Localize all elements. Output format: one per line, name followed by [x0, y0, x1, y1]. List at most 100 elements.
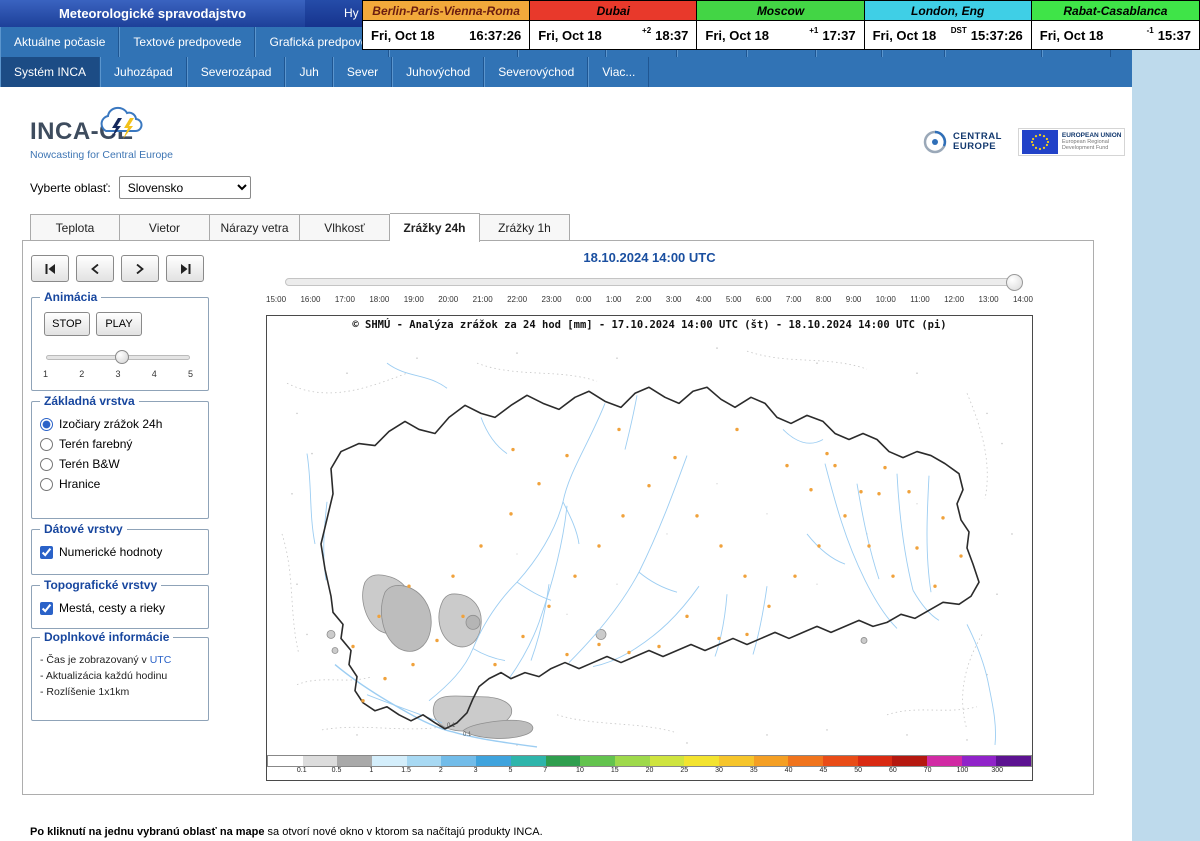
legend-color-segment [372, 756, 407, 766]
tab-teplota[interactable]: Teplota [30, 214, 120, 241]
site-title: Meteorologické spravodajstvo [59, 6, 246, 21]
legend-value: 5 [508, 767, 512, 774]
legend-color-segment [858, 756, 893, 766]
last-frame-button[interactable] [166, 255, 204, 282]
base-layer-panel: Základná vrstva Izočiary zrážok 24hTerén… [31, 401, 209, 519]
checkbox-input-mest-cesty-a-rieky[interactable] [40, 602, 53, 615]
clock-utc-offset: -1 [1147, 26, 1154, 35]
timeline-ticks: 15:0016:0017:0018:0019:0020:0021:0022:00… [266, 295, 1033, 304]
tick-23-00: 23:00 [542, 295, 562, 304]
clock-datetime: Fri, Oct 18+218:37 [530, 21, 696, 49]
prev-frame-button[interactable] [76, 255, 114, 282]
precipitation-areas [327, 575, 867, 739]
clock-utc-offset: DST [951, 26, 967, 35]
radio-ter-n-farebn[interactable]: Terén farebný [32, 434, 208, 454]
time-slider[interactable] [285, 278, 1021, 286]
radio-izo-iary-zr-ok-24h[interactable]: Izočiary zrážok 24h [32, 414, 208, 434]
eu-text-3: Development Fund [1062, 145, 1122, 151]
tab-vlhkos[interactable]: Vlhkosť [300, 214, 390, 241]
nav-item-viac[interactable]: Viac... [588, 57, 649, 87]
legend-value: 0.1 [297, 767, 307, 774]
time-slider-handle[interactable] [1006, 274, 1023, 291]
world-clocks-widget: Berlin-Paris-Vienna-Roma Fri, Oct 18 16:37… [362, 0, 1200, 50]
base-layer-panel-title: Základná vrstva [40, 394, 139, 408]
checkbox-numerick-hodnoty[interactable]: Numerické hodnoty [32, 542, 208, 562]
radio-input-ter-n-farebn[interactable] [40, 438, 53, 451]
checkbox-label: Numerické hodnoty [59, 545, 162, 559]
radio-input-izo-iary-zr-ok-24h[interactable] [40, 418, 53, 431]
legend-color-segment [719, 756, 754, 766]
topo-layer-options: Mestá, cesty a rieky [32, 598, 208, 618]
region-select[interactable]: Slovensko [119, 176, 251, 199]
clock-london-eng: London, EngFri, Oct 18DST15:37:26 [865, 1, 1032, 49]
next-frame-button[interactable] [121, 255, 159, 282]
nav-item-juhov-chod[interactable]: Juhovýchod [392, 57, 484, 87]
radio-ter-n-b-w[interactable]: Terén B&W [32, 454, 208, 474]
eu-flag-icon [1022, 130, 1058, 154]
nav-item-aktu-lne-po-asie[interactable]: Aktuálne počasie [0, 27, 119, 57]
inca-logo: INCA-CE Nowcasting for Central Europe [30, 110, 250, 161]
legend-color-segment [441, 756, 476, 766]
tab-n-razy-vetra[interactable]: Nárazy vetra [210, 214, 300, 241]
tick-9-00: 9:00 [846, 295, 862, 304]
clock-berlin-paris-vienna-roma: Berlin-Paris-Vienna-RomaFri, Oct 1816:37… [363, 1, 530, 49]
data-layers-panel: Dátové vrstvy Numerické hodnoty [31, 529, 209, 575]
product-tabs: TeplotaVietorNárazy vetraVlhkosťZrážky 2… [30, 213, 570, 242]
clock-time: 15:37:26 [971, 28, 1023, 43]
tab-vietor[interactable]: Vietor [120, 214, 210, 241]
chevron-left-icon [91, 264, 99, 274]
slovakia-precipitation-map[interactable]: 0.1 0.1 [267, 333, 1032, 755]
chevron-right-icon [136, 264, 144, 274]
radio-label: Terén B&W [59, 457, 120, 471]
tab-zr-ky-1h[interactable]: Zrážky 1h [480, 214, 570, 241]
site-section-tab-partial[interactable]: Hy [344, 6, 359, 20]
stop-button[interactable]: STOP [44, 312, 90, 336]
nav-item-sever[interactable]: Sever [333, 57, 392, 87]
info-panel-title: Doplnkové informácie [40, 630, 173, 644]
speed-slider[interactable] [46, 350, 190, 364]
clock-date: Fri, Oct 18 [1040, 28, 1104, 43]
play-button[interactable]: PLAY [96, 312, 142, 336]
nav-item-severov-chod[interactable]: Severovýchod [484, 57, 588, 87]
tick-11-00: 11:00 [910, 295, 929, 304]
checkbox-mest-cesty-a-rieky[interactable]: Mestá, cesty a rieky [32, 598, 208, 618]
legend-value: 300 [991, 767, 1003, 774]
legend-value: 0.5 [332, 767, 342, 774]
clock-time: 15:37 [1158, 28, 1191, 43]
info-line: - Čas je zobrazovaný v UTC [32, 652, 208, 668]
nav-item-syst-m-inca[interactable]: Systém INCA [0, 57, 100, 87]
utc-link[interactable]: UTC [150, 654, 172, 666]
clock-city-label: Berlin-Paris-Vienna-Roma [363, 1, 529, 21]
clock-time-group: DST 15:37:26 [951, 28, 1023, 43]
legend-value: 45 [819, 767, 827, 774]
tick-4-00: 4:00 [696, 295, 712, 304]
legend-color-segment [650, 756, 685, 766]
clock-utc-offset: +2 [642, 26, 651, 35]
skip-start-icon [45, 264, 56, 274]
legend-value: 40 [785, 767, 793, 774]
nav-item-severoz-pad[interactable]: Severozápad [187, 57, 286, 87]
clock-city-label: Dubai [530, 1, 696, 21]
legend-color-segment [754, 756, 789, 766]
clock-time-group: +218:37 [642, 28, 688, 43]
first-frame-button[interactable] [31, 255, 69, 282]
clock-time-group: 16:37:26 [469, 28, 521, 43]
frame-stepper [31, 255, 204, 282]
info-lines: - Čas je zobrazovaný v UTC- Aktualizácia… [32, 652, 208, 700]
clock-rabat-casablanca: Rabat-CasablancaFri, Oct 18-115:37 [1032, 1, 1199, 49]
nav-item-juh[interactable]: Juh [285, 57, 332, 87]
legend-value: 15 [611, 767, 619, 774]
radio-hranice[interactable]: Hranice [32, 474, 208, 494]
speed-slider-handle[interactable] [115, 350, 129, 364]
nav-item-textov-predpovede[interactable]: Textové predpovede [119, 27, 255, 57]
tab-zr-ky-24h[interactable]: Zrážky 24h [390, 213, 480, 242]
map-container[interactable]: © SHMÚ - Analýza zrážok za 24 hod [mm] -… [266, 315, 1033, 781]
nav-item-juhoz-pad[interactable]: Juhozápad [100, 57, 187, 87]
radio-input-hranice[interactable] [40, 478, 53, 491]
base-layer-options: Izočiary zrážok 24hTerén farebný Terén B&… [32, 414, 208, 494]
nav-secondary: Systém INCAJuhozápadSeverozápadJuhSeverJ… [0, 57, 1132, 87]
checkbox-input-numerick-hodnoty[interactable] [40, 546, 53, 559]
site-section-tab[interactable]: Meteorologické spravodajstvo [0, 0, 305, 27]
tick-12-00: 12:00 [944, 295, 964, 304]
radio-input-ter-n-b-w[interactable] [40, 458, 53, 471]
